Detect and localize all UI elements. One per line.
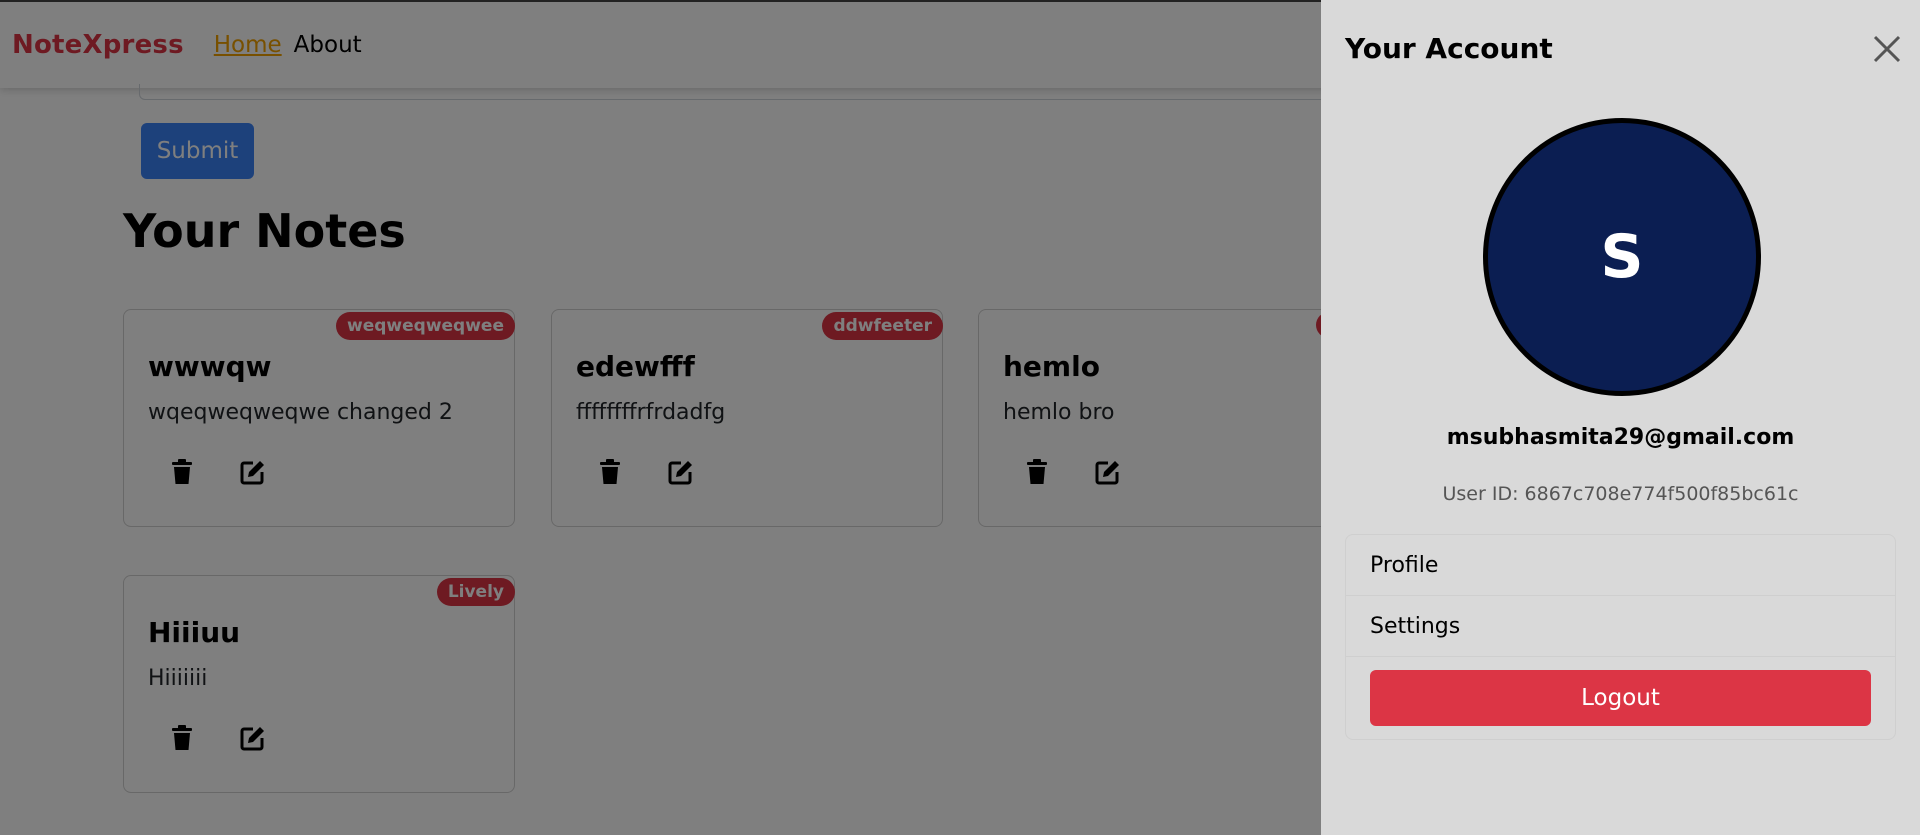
user-id: User ID: 6867c708e774f500f85bc61c <box>1442 483 1799 505</box>
avatar: S <box>1483 118 1761 396</box>
menu-item-settings[interactable]: Settings <box>1346 596 1895 657</box>
account-menu: Profile Settings Logout <box>1345 534 1896 740</box>
user-email: msubhasmita29@gmail.com <box>1446 425 1795 450</box>
avatar-initial: S <box>1600 222 1644 292</box>
account-panel: Your Account S msubhasmita29@gmail.com U… <box>1321 0 1920 835</box>
logout-button[interactable]: Logout <box>1370 670 1871 726</box>
close-icon[interactable] <box>1870 32 1904 66</box>
account-panel-title: Your Account <box>1345 32 1553 65</box>
menu-item-profile[interactable]: Profile <box>1346 535 1895 596</box>
